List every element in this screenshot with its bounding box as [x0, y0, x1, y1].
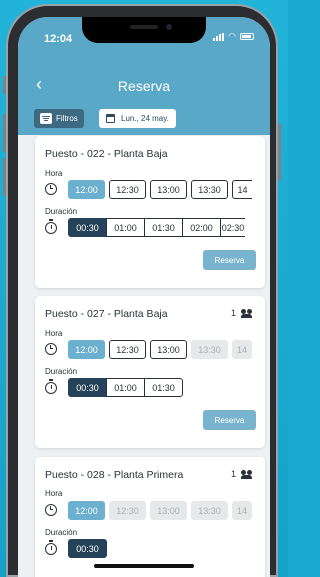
time-chip: 13:30: [191, 340, 228, 359]
reserve-button[interactable]: Reserva: [203, 250, 256, 270]
desk-title: Puesto - 022 - Planta Baja: [45, 148, 168, 160]
home-indicator: [94, 564, 194, 568]
time-chip[interactable]: 14: [232, 180, 252, 199]
hora-label: Hora: [45, 169, 63, 178]
battery-icon: [240, 33, 254, 40]
duracion-label: Duración: [45, 207, 78, 216]
filter-button[interactable]: Filtros: [34, 109, 84, 128]
duracion-label: Duración: [45, 528, 78, 537]
desk-card: Puesto - 027 - Planta Baja 1 Hora 12:00 …: [35, 296, 265, 448]
duration-option[interactable]: 01:00: [106, 378, 145, 397]
status-time: 12:04: [44, 33, 73, 45]
timer-icon: [45, 219, 57, 234]
filter-label: Filtros: [56, 114, 78, 123]
people-icon: [241, 470, 253, 479]
time-chip[interactable]: 12:00: [68, 180, 105, 199]
desk-card: Puesto - 028 - Planta Primera 1 Hora 12:…: [35, 457, 265, 577]
duration-option[interactable]: 00:30: [68, 378, 107, 397]
hora-label: Hora: [45, 329, 63, 338]
duration-option[interactable]: 00:30: [68, 539, 107, 558]
duration-option[interactable]: 02:30: [220, 218, 245, 237]
clock-icon: [45, 504, 57, 516]
time-chip: 14: [232, 340, 252, 359]
occupancy: 1: [231, 469, 253, 479]
volume-up-button: [3, 114, 6, 152]
time-chip[interactable]: 12:30: [109, 180, 146, 199]
app-header: 12:04 ◠ ‹ Reserva Filtros Lun., 24 may.: [18, 17, 270, 135]
occupancy-count: 1: [230, 308, 236, 318]
duration-option[interactable]: 02:00: [182, 218, 221, 237]
time-chips: 12:00 12:30 13:00 13:30 14: [68, 501, 252, 520]
timer-icon: [45, 540, 57, 555]
volume-down-button: [3, 158, 6, 196]
date-label: Lun., 24 may.: [121, 114, 169, 123]
time-chip[interactable]: 13:00: [150, 340, 187, 359]
time-chip[interactable]: 13:30: [191, 180, 228, 199]
duration-segments: 00:30 01:00 01:30: [68, 378, 183, 397]
occupancy: 1: [231, 308, 253, 318]
duration-option[interactable]: 01:30: [144, 218, 183, 237]
mute-switch: [3, 76, 6, 94]
time-chip[interactable]: 13:00: [150, 180, 187, 199]
wifi-icon: ◠: [228, 31, 236, 41]
duracion-label: Duración: [45, 367, 78, 376]
duration-option[interactable]: 01:00: [106, 218, 145, 237]
date-picker-button[interactable]: Lun., 24 may.: [99, 109, 176, 128]
hora-label: Hora: [45, 489, 63, 498]
desk-title: Puesto - 027 - Planta Baja: [45, 308, 168, 320]
power-button: [278, 124, 281, 180]
time-chip: 12:30: [109, 501, 146, 520]
notch: [82, 17, 206, 43]
timer-icon: [45, 379, 57, 394]
duration-segments: 00:30: [68, 539, 107, 558]
time-chip[interactable]: 12:00: [68, 340, 105, 359]
page-title: Reserva: [117, 78, 171, 94]
duration-option[interactable]: 00:30: [68, 218, 107, 237]
filter-icon: [40, 113, 52, 124]
time-chips: 12:00 12:30 13:00 13:30 14: [68, 340, 252, 359]
time-chip: 13:30: [191, 501, 228, 520]
desk-title: Puesto - 028 - Planta Primera: [45, 469, 184, 481]
people-icon: [241, 309, 253, 318]
signal-icon: [213, 32, 225, 41]
status-icons: ◠: [213, 32, 254, 41]
time-chip: 14: [232, 501, 252, 520]
app-screen: 12:04 ◠ ‹ Reserva Filtros Lun., 24 may. …: [18, 17, 270, 577]
time-chips: 12:00 12:30 13:00 13:30 14: [68, 180, 252, 199]
clock-icon: [45, 183, 57, 195]
duration-segments: 00:30 01:00 01:30 02:00 02:30: [68, 218, 245, 237]
desk-card: Puesto - 022 - Planta Baja Hora 12:00 12…: [35, 136, 265, 288]
time-chip[interactable]: 12:00: [68, 501, 105, 520]
time-chip[interactable]: 12:30: [109, 340, 146, 359]
occupancy-count: 1: [230, 469, 236, 479]
reserve-button[interactable]: Reserva: [203, 410, 256, 430]
clock-icon: [45, 343, 57, 355]
duration-option[interactable]: 01:30: [144, 378, 183, 397]
time-chip: 13:00: [150, 501, 187, 520]
calendar-icon: [106, 114, 115, 123]
